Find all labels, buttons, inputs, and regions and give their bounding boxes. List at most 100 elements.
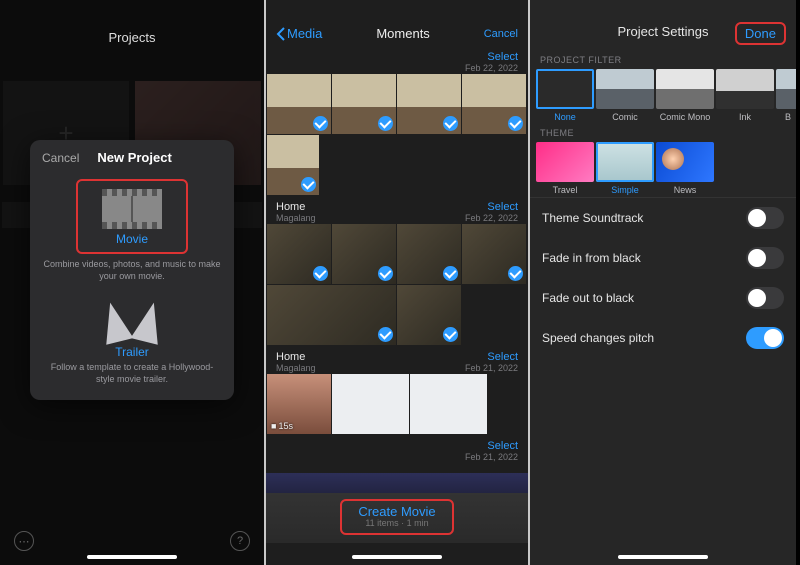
media-thumb[interactable]: ■15s [267,374,331,434]
video-icon: ■ [271,421,276,431]
media-thumb[interactable] [462,224,526,284]
movie-option[interactable]: Movie Combine videos, photos, and music … [30,173,234,296]
row-theme-soundtrack: Theme Soundtrack [530,198,796,238]
thumb-row [266,73,528,195]
section-date: Feb 21, 2022 [465,452,518,462]
media-thumb[interactable] [332,224,396,284]
select-button[interactable]: Select Feb 21, 2022 [465,351,518,373]
check-icon [508,266,523,281]
media-thumb[interactable] [267,135,319,195]
filter-section-label: PROJECT FILTER [530,49,796,69]
done-button[interactable]: Done [735,22,786,45]
thumb-row: ■15s [266,373,528,434]
check-icon [378,327,393,342]
filter-strip[interactable]: None Comic Comic Mono Ink B [530,69,796,122]
filter-comic-mono[interactable]: Comic Mono [656,69,714,122]
help-icon[interactable]: ? [230,531,250,551]
theme-section-label: THEME [530,122,796,142]
more-icon[interactable]: ⋯ [14,531,34,551]
media-thumb[interactable] [267,74,331,134]
media-thumb[interactable] [397,224,461,284]
home-indicator [87,555,177,559]
select-button[interactable]: Select Feb 22, 2022 [465,51,518,73]
row-label: Speed changes pitch [542,331,654,345]
media-thumb[interactable] [410,374,487,434]
media-thumb[interactable] [462,74,526,134]
row-fade-out: Fade out to black [530,278,796,318]
section-date: Feb 22, 2022 [465,63,518,73]
toggle-fade-in[interactable] [746,247,784,269]
theme-news[interactable]: News [656,142,714,195]
theme-travel[interactable]: Travel [536,142,594,195]
row-label: Fade out to black [542,291,634,305]
section-sub: Magalang [276,213,316,223]
sheet-title: New Project [97,150,171,165]
cancel-button[interactable]: Cancel [42,151,79,165]
select-label: Select [487,440,518,452]
home-indicator [352,555,442,559]
create-label: Create Movie [358,504,435,519]
row-speed-pitch: Speed changes pitch [530,318,796,358]
toggle-fade-out[interactable] [746,287,784,309]
select-button[interactable]: Select Feb 22, 2022 [465,201,518,223]
movie-highlight: Movie [76,179,188,254]
back-media-button[interactable]: Media [276,26,322,41]
check-icon [378,266,393,281]
check-icon [301,177,316,192]
movie-label: Movie [102,232,162,246]
theme-strip[interactable]: Travel Simple News [530,142,796,195]
check-icon [508,116,523,131]
media-thumb[interactable] [267,224,331,284]
video-duration: ■15s [271,421,293,431]
check-icon [443,327,458,342]
trailer-desc: Follow a template to create a Hollywood-… [42,361,222,385]
create-sub: 11 items · 1 min [358,518,435,528]
back-label: Media [287,26,322,41]
spotlight-icon [105,302,159,342]
filter-ink[interactable]: Ink [716,69,774,122]
row-fade-in: Fade in from black [530,238,796,278]
row-label: Fade in from black [542,251,641,265]
toggle-theme-soundtrack[interactable] [746,207,784,229]
new-project-sheet: Cancel New Project Movie Combine videos,… [30,140,234,400]
section-name: Home [276,351,305,363]
media-thumb[interactable] [397,285,461,345]
section-date: Feb 21, 2022 [465,363,518,373]
media-thumb[interactable] [397,74,461,134]
pane-project-settings: Project Settings Done PROJECT FILTER Non… [530,0,796,565]
row-label: Theme Soundtrack [542,211,643,225]
theme-simple[interactable]: Simple [596,142,654,195]
media-thumb[interactable] [267,285,396,345]
select-button[interactable]: Select Feb 21, 2022 [465,440,518,462]
chevron-left-icon [276,27,285,41]
pane-new-project: Projects + Cancel New Project Movie Comb… [0,0,264,565]
trailer-label: Trailer [42,345,222,359]
moments-title: Moments [376,26,429,41]
check-icon [313,266,328,281]
toggle-speed-pitch[interactable] [746,327,784,349]
movie-desc: Combine videos, photos, and music to mak… [42,258,222,282]
filter-none[interactable]: None [536,69,594,122]
media-thumb[interactable] [332,374,409,434]
filmstrip-icon [102,189,162,229]
section-sub: Magalang [276,363,316,373]
check-icon [443,116,458,131]
select-label: Select [487,51,518,63]
check-icon [313,116,328,131]
check-icon [443,266,458,281]
select-label: Select [487,201,518,213]
check-icon [378,116,393,131]
home-indicator [618,555,708,559]
section-date: Feb 22, 2022 [465,213,518,223]
create-movie-button[interactable]: Create Movie 11 items · 1 min [340,499,453,535]
select-label: Select [487,351,518,363]
thumb-row [266,223,528,345]
filter-comic[interactable]: Comic [596,69,654,122]
media-thumb[interactable] [332,74,396,134]
filter-more[interactable]: B [776,69,796,122]
section-name: Home [276,201,305,213]
cancel-button[interactable]: Cancel [484,28,518,40]
create-movie-bar: Create Movie 11 items · 1 min [266,493,528,543]
trailer-option[interactable]: Trailer Follow a template to create a Ho… [30,296,234,399]
pane-moments: Media Moments Cancel Select Feb 22, 2022 [264,0,530,565]
